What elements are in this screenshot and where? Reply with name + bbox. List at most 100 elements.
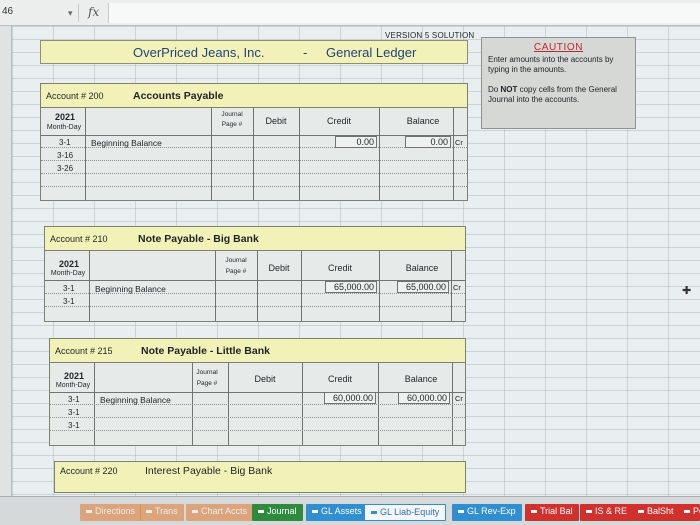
tab-color-icon xyxy=(146,510,152,514)
formula-divider xyxy=(78,4,79,22)
tab-color-icon xyxy=(531,510,537,514)
account-header: Account # 210 Note Payable - Big Bank xyxy=(45,227,465,251)
col-credit: Credit xyxy=(326,116,351,126)
col-page: Page # xyxy=(225,268,247,275)
tab-label: GL Assets xyxy=(321,506,362,516)
tab-label: Chart Accts xyxy=(201,506,248,516)
company-name: OverPriced Jeans, Inc. xyxy=(133,45,265,60)
col-credit: Credit xyxy=(327,374,352,384)
header-rule xyxy=(41,135,467,136)
tab-trial-bal[interactable]: Trial Bal xyxy=(525,504,579,521)
caution-instruction-1: Enter amounts into the accounts by typin… xyxy=(488,55,614,74)
account-block-215[interactable]: Account # 215 Note Payable - Little Bank… xyxy=(49,338,466,446)
cell-reference[interactable]: 46 xyxy=(2,6,13,17)
account-name: Note Payable - Big Bank xyxy=(138,233,259,245)
cursor-plus-icon: ✚ xyxy=(682,285,692,297)
table-row[interactable]: 3-26 xyxy=(41,163,467,174)
row-date: 3-26 xyxy=(57,164,74,173)
row-description: Beginning Balance xyxy=(100,395,171,405)
row-date: 3-1 xyxy=(68,421,80,430)
row-description: Beginning Balance xyxy=(95,284,166,294)
title-separator: - xyxy=(303,45,308,60)
col-year: 2021 xyxy=(54,112,76,122)
tab-color-icon xyxy=(258,510,264,514)
balance-side: Cr xyxy=(453,283,461,292)
row-date: 3-1 xyxy=(59,138,71,147)
account-block-200[interactable]: Account # 200 Accounts Payable 2021 Mont… xyxy=(40,83,468,201)
account-number: Account # 215 xyxy=(55,346,113,356)
tab-gl-liab-equity[interactable]: GL Liab-Equity xyxy=(364,504,447,521)
credit-cell[interactable]: 65,000.00 xyxy=(325,281,377,293)
col-month-day: Month-Day xyxy=(46,124,82,131)
balance-cell[interactable]: 65,000.00 xyxy=(397,281,449,293)
tab-journal[interactable]: Journal xyxy=(252,504,303,521)
balance-side: Cr xyxy=(455,138,463,147)
table-row[interactable]: 3-16 xyxy=(41,150,467,161)
ledger-title-box[interactable]: OverPriced Jeans, Inc. - General Ledger xyxy=(40,40,468,64)
caution-instruction-2: Do NOT copy cells from the General Journ… xyxy=(488,85,633,105)
row-header xyxy=(0,26,12,496)
tab-trans[interactable]: Trans xyxy=(140,504,184,521)
table-row[interactable]: 3-1 Beginning Balance xyxy=(41,137,467,148)
col-debit: Debit xyxy=(268,263,290,273)
tab-label: IS & RE xyxy=(595,506,628,516)
account-block-220[interactable]: Account # 220 Interest Payable - Big Ban… xyxy=(54,461,466,493)
account-header: Account # 200 Accounts Payable xyxy=(41,84,467,108)
tab-label: BalSht xyxy=(647,506,674,516)
tab-label: Po xyxy=(693,506,700,516)
col-month-day: Month-Day xyxy=(50,270,86,277)
tab-label: Trans xyxy=(155,506,178,516)
col-debit: Debit xyxy=(265,116,287,126)
balance-side: Cr xyxy=(455,394,463,403)
chevron-down-icon[interactable]: ▾ xyxy=(68,8,73,19)
tab-color-icon xyxy=(192,510,198,514)
caution-title: CAUTION xyxy=(533,42,584,53)
account-name: Accounts Payable xyxy=(133,90,224,102)
tab-is-re[interactable]: IS & RE xyxy=(580,504,634,521)
tab-gl-assets[interactable]: GL Assets xyxy=(306,504,368,521)
tab-color-icon xyxy=(684,510,690,514)
formula-input[interactable] xyxy=(108,3,700,23)
account-block-210[interactable]: Account # 210 Note Payable - Big Bank 20… xyxy=(44,226,466,322)
account-name: Note Payable - Little Bank xyxy=(141,345,270,357)
col-balance: Balance xyxy=(405,263,439,273)
col-journal: Journal xyxy=(196,369,218,376)
tab-label: GL Liab-Equity xyxy=(380,507,440,517)
col-page: Page # xyxy=(221,121,243,128)
col-journal: Journal xyxy=(221,111,243,118)
credit-cell[interactable]: 60,000.00 xyxy=(324,392,376,404)
col-year: 2021 xyxy=(63,371,85,381)
tab-chart-accts[interactable]: Chart Accts xyxy=(186,504,254,521)
account-number: Account # 220 xyxy=(60,466,118,476)
table-row[interactable]: 3-1 xyxy=(50,420,465,431)
balance-cell[interactable]: 0.00 xyxy=(405,136,451,148)
col-journal: Journal xyxy=(225,257,247,264)
caution-box[interactable]: CAUTION Enter amounts into the accounts … xyxy=(481,37,636,129)
table-row[interactable]: 3-1 xyxy=(50,407,465,418)
col-balance: Balance xyxy=(406,116,440,126)
table-row[interactable] xyxy=(41,176,467,187)
account-name: Interest Payable - Big Bank xyxy=(145,465,273,477)
tab-label: Trial Bal xyxy=(540,506,573,516)
account-header: Account # 215 Note Payable - Little Bank xyxy=(50,339,465,363)
row-date: 3-1 xyxy=(63,284,75,293)
tab-color-icon xyxy=(458,510,464,514)
col-month-day: Month-Day xyxy=(55,382,91,389)
tab-color-icon xyxy=(638,510,644,514)
tab-color-icon xyxy=(86,510,92,514)
fx-icon[interactable]: fx xyxy=(88,5,99,19)
row-date: 3-16 xyxy=(57,151,74,160)
tab-label: Directions xyxy=(95,506,136,516)
tab-po[interactable]: Po xyxy=(678,504,700,521)
credit-cell[interactable]: 0.00 xyxy=(335,136,377,148)
table-row[interactable]: 3-1 xyxy=(45,296,465,307)
tab-balsht[interactable]: BalSht xyxy=(632,504,680,521)
tab-label: GL Rev-Exp xyxy=(467,506,516,516)
formula-bar: 46 ▾ fx xyxy=(0,0,700,26)
account-header: Account # 220 Interest Payable - Big Ban… xyxy=(55,462,465,492)
caution-text-pre: Do xyxy=(488,85,501,94)
ledger-name: General Ledger xyxy=(326,45,417,60)
tab-gl-rev-exp[interactable]: GL Rev-Exp xyxy=(452,504,522,521)
tab-directions[interactable]: Directions xyxy=(80,504,142,521)
balance-cell[interactable]: 60,000.00 xyxy=(398,392,450,404)
